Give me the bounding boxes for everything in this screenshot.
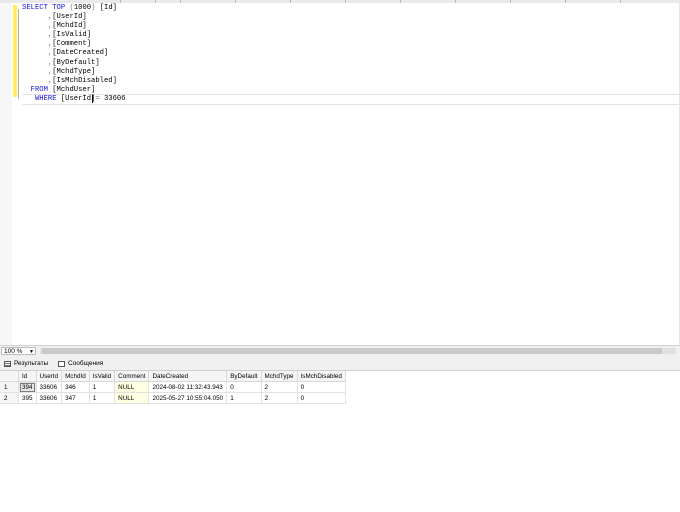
grid-cell[interactable]: 0 <box>226 381 262 393</box>
code-token: , <box>22 31 53 40</box>
grid-cell[interactable]: 1 <box>89 381 116 393</box>
editor-horizontal-scrollbar[interactable] <box>40 348 676 354</box>
code-token: [MchdUser] <box>47 85 96 94</box>
tab-results[interactable]: Результаты <box>4 358 48 369</box>
query-editor[interactable]: SELECT TOP (1000) [Id] ,[UserId] ,[MchdI… <box>0 3 680 345</box>
chevron-down-icon[interactable]: ▼ <box>29 348 34 356</box>
grid-corner[interactable] <box>0 371 19 382</box>
code-token: SELECT <box>22 4 48 12</box>
table-row[interactable]: 2 395 33606 347 1 NULL 2025-05-27 10:55:04.050… <box>0 392 346 404</box>
change-tracking-bar <box>13 5 17 97</box>
code-token: [IsValid] <box>52 31 92 40</box>
code-token: 33606 <box>103 94 126 103</box>
code-line[interactable]: ,[MchdType] <box>22 68 126 77</box>
grid-cell[interactable]: 2 <box>261 392 298 404</box>
code-line[interactable]: ,[ByDefault] <box>22 59 126 68</box>
grid-cell[interactable]: 2024-08-02 11:32:43.943 <box>148 381 228 393</box>
code-token: , <box>22 76 53 85</box>
code-line[interactable]: ,[IsValid] <box>22 31 126 40</box>
code-token: , <box>22 58 53 67</box>
text-caret <box>92 95 93 103</box>
grid-icon <box>4 360 11 367</box>
table-row[interactable]: 1 394 33606 346 1 NULL 2024-08-02 11:32:43.943… <box>0 381 346 393</box>
grid-cell[interactable]: 395 <box>18 392 37 404</box>
code-token: 1000 <box>73 4 92 12</box>
column-header-userid[interactable]: UserId <box>36 371 63 382</box>
code-token: , <box>22 13 53 22</box>
column-header-comment[interactable]: Comment <box>114 371 150 382</box>
code-token: [DateCreated] <box>52 49 109 58</box>
code-token: , <box>22 40 53 49</box>
column-header-id[interactable]: Id <box>18 371 37 382</box>
code-line[interactable]: ,[DateCreated] <box>22 49 126 58</box>
grid-cell[interactable]: 0 <box>297 392 346 404</box>
grid-cell[interactable]: 1 <box>89 392 116 404</box>
tab-results-label: Результаты <box>14 360 49 367</box>
code-token: [IsMchDisabled] <box>52 76 117 85</box>
code-line[interactable]: ,[IsMchDisabled] <box>22 77 126 86</box>
column-header-datecreated[interactable]: DateCreated <box>148 371 228 382</box>
code-line[interactable]: FROM [MchdUser] <box>22 86 126 95</box>
code-token: = <box>95 94 104 103</box>
scrollbar-thumb[interactable] <box>42 348 662 354</box>
column-header-mchdid[interactable]: MchdId <box>61 371 90 382</box>
tab-messages[interactable]: Сообщения <box>58 358 103 369</box>
results-grid[interactable]: Id UserId MchdId IsValid Comment DateCreated B… <box>0 371 346 404</box>
results-tabs: Результаты Сообщения <box>0 357 680 371</box>
code-token: , <box>22 67 53 76</box>
row-number[interactable]: 1 <box>0 381 19 393</box>
zoom-value: 100 % <box>4 348 23 355</box>
tab-messages-label: Сообщения <box>68 360 104 367</box>
message-icon <box>58 360 65 367</box>
zoom-select[interactable]: 100 % ▼ <box>1 347 36 355</box>
code-lines[interactable]: SELECT TOP (1000) [Id] ,[UserId] ,[MchdI… <box>22 4 126 104</box>
outline-collapse-line[interactable] <box>18 9 19 99</box>
grid-cell[interactable]: 0 <box>297 381 346 393</box>
editor-gutter <box>0 3 12 345</box>
grid-cell[interactable]: 33606 <box>36 392 63 404</box>
grid-cell[interactable]: 33606 <box>36 381 63 393</box>
code-token: [MchdType] <box>52 67 96 76</box>
grid-cell[interactable]: 1 <box>226 392 262 404</box>
grid-cell[interactable]: 394 <box>18 381 37 393</box>
grid-cell[interactable]: 2025-05-27 10:55:04.050 <box>148 392 228 404</box>
grid-cell[interactable]: NULL <box>114 381 150 393</box>
code-token: , <box>22 49 53 58</box>
code-token: [UserId] <box>52 13 87 22</box>
code-token: [Comment] <box>52 40 92 49</box>
results-grid-pane: Id UserId MchdId IsValid Comment DateCreated B… <box>0 371 680 512</box>
code-token: [UserId] <box>56 94 96 103</box>
code-line[interactable]: ,[UserId] <box>22 13 126 22</box>
column-header-isvalid[interactable]: IsValid <box>89 371 116 382</box>
code-line[interactable]: ,[Comment] <box>22 40 126 49</box>
code-token: WHERE <box>22 94 57 103</box>
code-token: [Id] <box>95 4 117 12</box>
code-token: ( <box>65 4 74 12</box>
code-token: [ByDefault] <box>52 58 100 67</box>
column-header-bydefault[interactable]: ByDefault <box>226 371 262 382</box>
code-token: [MchdId] <box>52 22 87 31</box>
grid-cell[interactable]: 346 <box>61 381 90 393</box>
code-line[interactable]: WHERE [UserId]= 33606 <box>22 95 126 104</box>
grid-cell[interactable]: 347 <box>61 392 90 404</box>
code-token: TOP <box>52 4 66 12</box>
grid-cell[interactable]: 2 <box>261 381 298 393</box>
code-token: , <box>22 22 53 31</box>
code-line[interactable]: SELECT TOP (1000) [Id] <box>22 4 126 13</box>
column-header-ismchdisabled[interactable]: IsMchDisabled <box>297 371 346 382</box>
column-header-mchdtype[interactable]: MchdType <box>261 371 298 382</box>
code-token: FROM <box>22 85 48 94</box>
grid-cell[interactable]: NULL <box>114 392 150 404</box>
row-number[interactable]: 2 <box>0 392 19 404</box>
code-line[interactable]: ,[MchdId] <box>22 22 126 31</box>
